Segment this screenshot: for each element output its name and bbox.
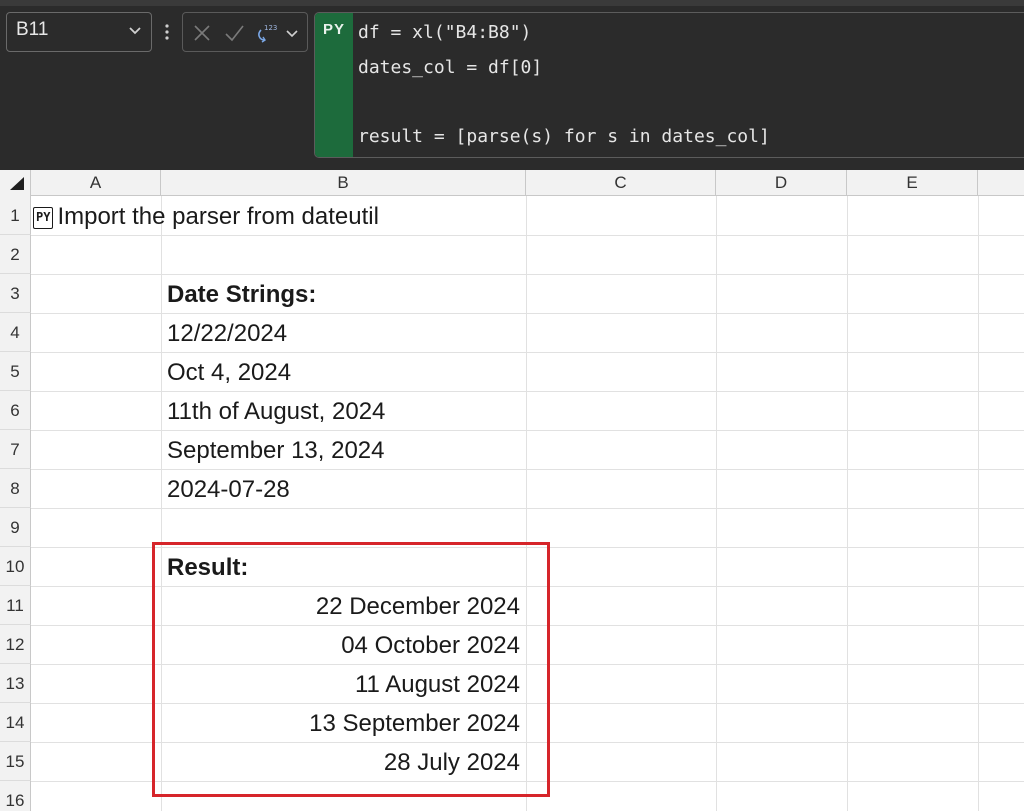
select-all-icon [10,177,24,190]
code-line-2: dates_col = df[0] [358,57,543,78]
row-header-13[interactable]: 13 [0,664,31,703]
cell-b3[interactable]: Date Strings: [167,275,316,314]
row-header-14[interactable]: 14 [0,703,31,742]
row-header-12[interactable]: 12 [0,625,31,664]
enter-check-icon[interactable] [223,22,245,44]
name-box-value: B11 [16,19,49,40]
cell-b4[interactable]: 12/22/2024 [167,314,287,353]
svg-text:123: 123 [264,24,277,32]
column-headers: A B C D E [0,170,1024,196]
row-header-7[interactable]: 7 [0,430,31,469]
name-box[interactable]: B11 [6,12,152,52]
more-options-icon[interactable] [160,20,174,44]
row-header-1[interactable]: 1 [0,196,31,235]
code-line-4: result = [parse(s) for s in dates_col] [358,126,770,147]
gridline [716,196,717,811]
row-header-4[interactable]: 4 [0,313,31,352]
row-header-9[interactable]: 9 [0,508,31,547]
row-header-2[interactable]: 2 [0,235,31,274]
ribbon-edge [0,0,1024,6]
row-header-3[interactable]: 3 [0,274,31,313]
chevron-down-icon[interactable] [127,22,143,38]
formula-bar: B11 123 PY df = xl("B4:B8") dates_col = … [0,0,1024,170]
row-header-8[interactable]: 8 [0,469,31,508]
formula-editor[interactable]: PY df = xl("B4:B8") dates_col = df[0] re… [314,12,1024,158]
python-output-icon[interactable]: 123 [255,22,277,44]
python-badge: PY [315,13,353,157]
chevron-down-icon[interactable] [283,22,301,44]
row-header-5[interactable]: 5 [0,352,31,391]
cell-b7[interactable]: September 13, 2024 [167,431,385,470]
row-header-10[interactable]: 10 [0,547,31,586]
cell-b6[interactable]: 11th of August, 2024 [167,392,385,431]
row-header-15[interactable]: 15 [0,742,31,781]
select-all-button[interactable] [0,170,31,196]
row-header-11[interactable]: 11 [0,586,31,625]
column-header-a[interactable]: A [31,170,161,196]
column-header-d[interactable]: D [716,170,847,196]
result-highlight-box [152,542,550,797]
gridline [978,196,979,811]
column-header-b[interactable]: B [161,170,526,196]
row-header-16[interactable]: 16 [0,781,31,811]
cell-a1-text: Import the parser from dateutil [57,203,379,230]
formula-actions: 123 [182,12,308,52]
gridline [847,196,848,811]
row-header-6[interactable]: 6 [0,391,31,430]
column-header-e[interactable]: E [847,170,978,196]
column-header-f[interactable] [978,170,1024,196]
cell-a1[interactable]: PY Import the parser from dateutil [33,197,379,236]
cancel-icon[interactable] [191,22,213,44]
cell-b8[interactable]: 2024-07-28 [167,470,290,509]
code-line-1: df = xl("B4:B8") [358,22,532,43]
column-header-c[interactable]: C [526,170,716,196]
cell-b5[interactable]: Oct 4, 2024 [167,353,291,392]
python-cell-icon: PY [33,207,54,229]
spreadsheet-grid[interactable]: A B C D E 1 2 3 4 5 6 7 8 9 10 11 12 13 … [0,170,1024,811]
